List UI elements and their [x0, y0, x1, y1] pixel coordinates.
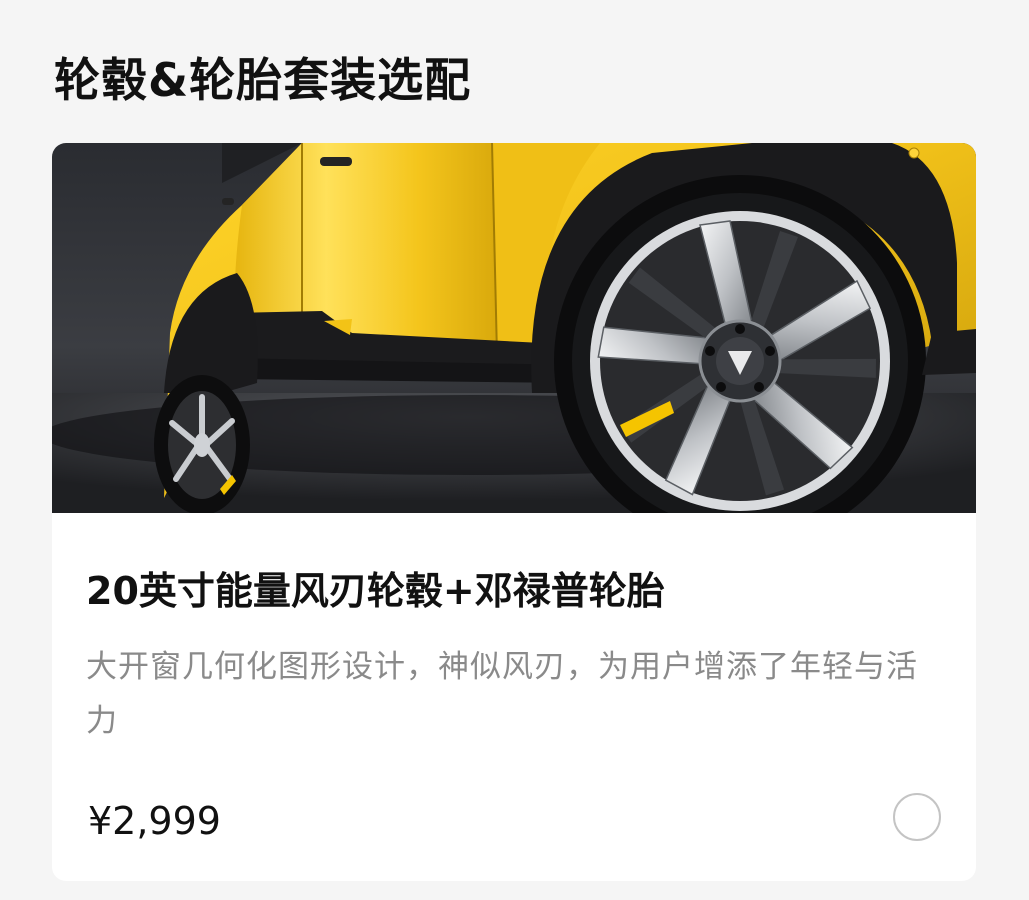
option-price: ¥2,999: [88, 799, 221, 843]
wheel-option-card[interactable]: 20英寸能量风刃轮毂+邓禄普轮胎 大开窗几何化图形设计，神似风刃，为用户增添了年…: [52, 143, 976, 881]
section-title: 轮毂&轮胎套装选配: [54, 53, 472, 107]
wheel-product-image: [52, 143, 976, 513]
option-description: 大开窗几何化图形设计，神似风刃，为用户增添了年轻与活力: [86, 649, 918, 739]
option-select-radio[interactable]: [893, 793, 941, 841]
option-title: 20英寸能量风刃轮毂+邓禄普轮胎: [86, 569, 665, 613]
